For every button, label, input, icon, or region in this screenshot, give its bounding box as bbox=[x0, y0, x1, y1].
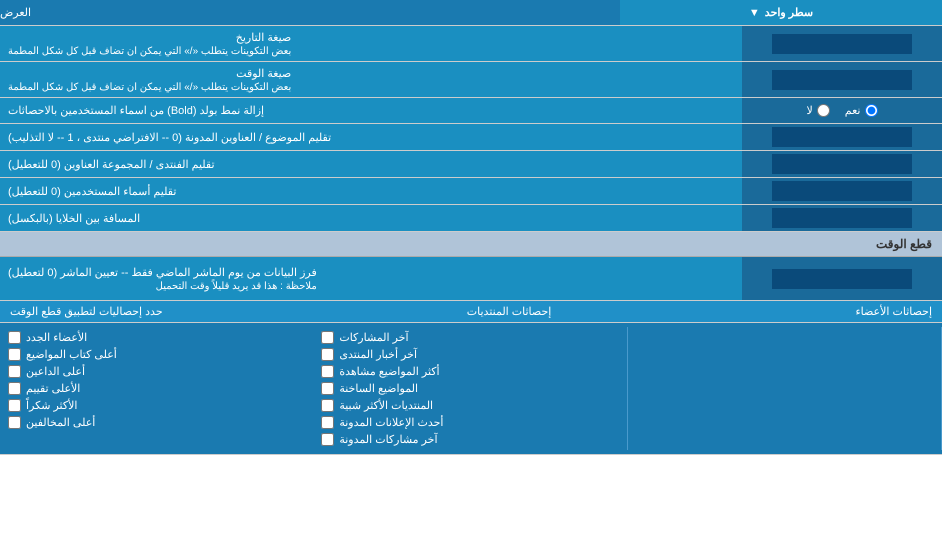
top-label: سطر واحد bbox=[765, 6, 813, 19]
username-limit-label: تقليم أسماء المستخدمين (0 للتعطيل) bbox=[0, 178, 742, 204]
forum-group-input-cell[interactable]: 33 bbox=[742, 151, 942, 177]
topic-title-label: تقليم الموضوع / العناوين المدونة (0 -- ا… bbox=[0, 124, 742, 150]
time-section-header: قطع الوقت bbox=[0, 232, 942, 257]
cb-hot-topics[interactable] bbox=[321, 382, 334, 395]
checkbox-item[interactable]: آخر المشاركات bbox=[321, 329, 618, 346]
cb-most-viewed[interactable] bbox=[321, 365, 334, 378]
time-format-label: صيغة الوقت بعض التكوينات يتطلب «/» التي … bbox=[0, 62, 742, 97]
cb-forum-news[interactable] bbox=[321, 348, 334, 361]
checkbox-item[interactable]: آخر مشاركات المدونة bbox=[321, 431, 618, 448]
radio-no-label[interactable]: لا bbox=[807, 104, 830, 117]
checkbox-item[interactable]: الأعضاء الجدد bbox=[8, 329, 305, 346]
checkbox-col-right bbox=[628, 327, 942, 450]
cb-new-members[interactable] bbox=[8, 331, 21, 344]
radio-no[interactable] bbox=[817, 104, 830, 117]
top-label-cell: سطر واحد ▼ bbox=[620, 0, 942, 25]
checkbox-item[interactable]: أعلى كتاب المواضيع bbox=[8, 346, 305, 363]
cb-popular-forums[interactable] bbox=[321, 399, 334, 412]
time-format-input-cell[interactable]: H:i bbox=[742, 62, 942, 97]
topic-title-input-cell[interactable]: 33 bbox=[742, 124, 942, 150]
time-cutoff-input-cell[interactable]: 0 bbox=[742, 257, 942, 300]
checkbox-item[interactable]: المواضيع الساخنة bbox=[321, 380, 618, 397]
cb-most-thanked[interactable] bbox=[8, 399, 21, 412]
cell-gap-input[interactable]: 2 bbox=[772, 208, 912, 228]
checkbox-item[interactable]: الأعلى تقييم bbox=[8, 380, 305, 397]
cb-latest-announcements[interactable] bbox=[321, 416, 334, 429]
bold-radio-cell[interactable]: نعم لا bbox=[742, 98, 942, 123]
username-limit-input-cell[interactable]: 0 bbox=[742, 178, 942, 204]
radio-yes-label[interactable]: نعم bbox=[845, 104, 878, 117]
checkbox-item[interactable]: الأكثر شكراً bbox=[8, 397, 305, 414]
date-format-label: صيغة التاريخ بعض التكوينات يتطلب «/» الت… bbox=[0, 26, 742, 61]
date-format-input-cell[interactable]: d-m bbox=[742, 26, 942, 61]
checkbox-item[interactable]: آخر أخبار المنتدى bbox=[321, 346, 618, 363]
cb-top-inviters[interactable] bbox=[8, 365, 21, 378]
date-format-input[interactable]: d-m bbox=[772, 34, 912, 54]
checkboxes-col2-header: إحصاثات المنتديات bbox=[467, 305, 552, 318]
checkbox-item[interactable]: المنتديات الأكثر شبية bbox=[321, 397, 618, 414]
checkboxes-col1-header: إحصاثات الأعضاء bbox=[855, 305, 932, 318]
bold-remove-label: إزالة نمط بولد (Bold) من اسماء المستخدمي… bbox=[0, 98, 742, 123]
time-section-apply-label: حدد إحصاليات لتطبيق قطع الوقت bbox=[10, 305, 163, 318]
topic-title-input[interactable]: 33 bbox=[772, 127, 912, 147]
checkbox-item[interactable]: أحدث الإعلانات المدونة bbox=[321, 414, 618, 431]
time-cutoff-label: فرز البيانات من يوم الماشر الماضي فقط --… bbox=[0, 257, 742, 300]
checkbox-item[interactable]: أعلى الداعين bbox=[8, 363, 305, 380]
cell-gap-input-cell[interactable]: 2 bbox=[742, 205, 942, 231]
cb-top-rated[interactable] bbox=[8, 382, 21, 395]
checkbox-col-forum[interactable]: آخر المشاركات آخر أخبار المنتدى أكثر الم… bbox=[313, 327, 627, 450]
time-format-input[interactable]: H:i bbox=[772, 70, 912, 90]
cb-top-topic-writers[interactable] bbox=[8, 348, 21, 361]
cb-blog-posts[interactable] bbox=[321, 433, 334, 446]
username-limit-input[interactable]: 0 bbox=[772, 181, 912, 201]
cell-gap-label: المسافة بين الخلايا (بالبكسل) bbox=[0, 205, 742, 231]
dropdown-arrow: ▼ bbox=[749, 7, 760, 19]
cb-last-posts[interactable] bbox=[321, 331, 334, 344]
radio-yes[interactable] bbox=[865, 104, 878, 117]
ard-label: العرض bbox=[0, 6, 31, 19]
checkbox-col-members[interactable]: الأعضاء الجدد أعلى كتاب المواضيع أعلى ال… bbox=[0, 327, 313, 450]
forum-group-input[interactable]: 33 bbox=[772, 154, 912, 174]
checkbox-item[interactable]: أكثر المواضيع مشاهدة bbox=[321, 363, 618, 380]
forum-group-label: تقليم الفنتدى / المجموعة العناوين (0 للت… bbox=[0, 151, 742, 177]
time-cutoff-input[interactable]: 0 bbox=[772, 269, 912, 289]
checkbox-item[interactable]: أعلى المخالفين bbox=[8, 414, 305, 431]
cb-top-violators[interactable] bbox=[8, 416, 21, 429]
